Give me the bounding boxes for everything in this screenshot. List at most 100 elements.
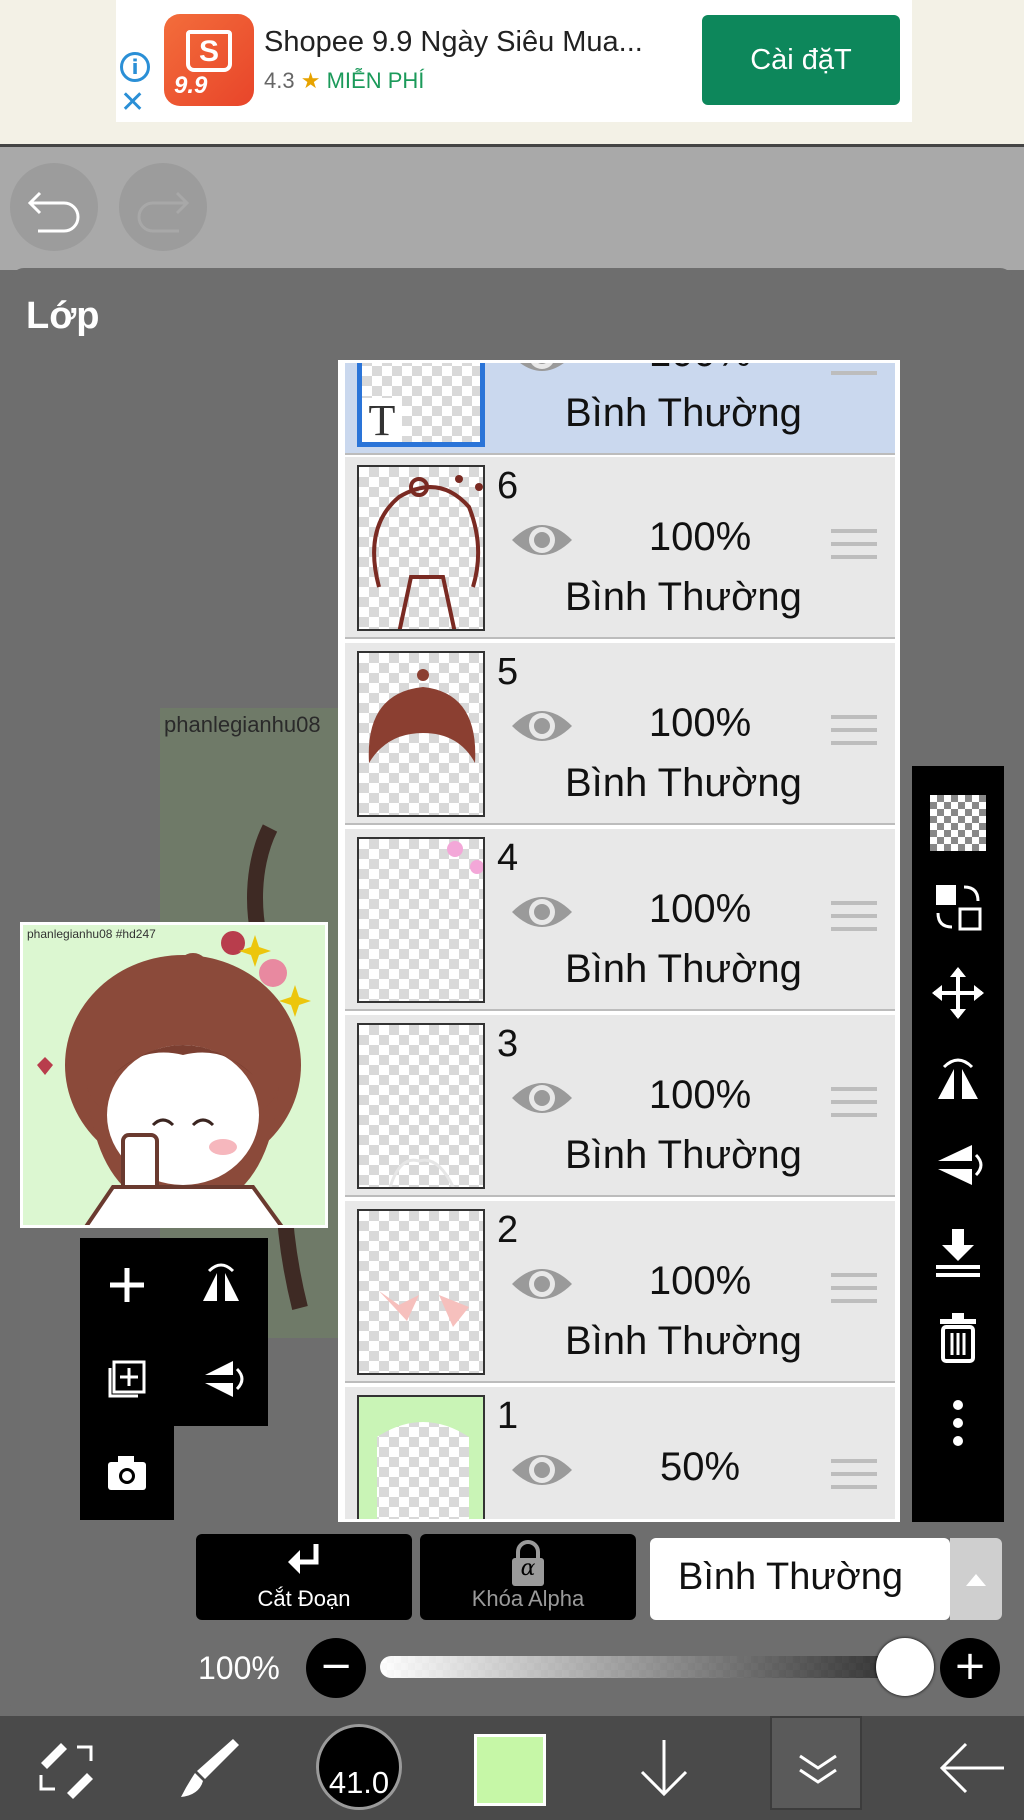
preview-artwork: [37, 931, 311, 1225]
alpha-lock-button[interactable]: α Khóa Alpha: [420, 1534, 636, 1620]
flip-horizontal-button[interactable]: [174, 1238, 268, 1332]
layer-opacity: 100%: [648, 1259, 752, 1303]
layer-thumbnail: T: [357, 363, 485, 447]
layer-blend-mode: Bình Thường: [565, 761, 802, 805]
redo-button[interactable]: [119, 163, 207, 251]
layer-number: 1: [497, 1395, 519, 1437]
camera-button[interactable]: [80, 1426, 174, 1520]
move-button[interactable]: [912, 952, 1004, 1034]
layers-button[interactable]: [770, 1716, 862, 1810]
drag-handle-icon[interactable]: [831, 1273, 877, 1312]
flip-vertical-button[interactable]: [912, 1124, 1004, 1206]
visibility-eye-icon[interactable]: [509, 701, 575, 751]
layer-number: 3: [497, 1023, 519, 1065]
flip-vertical-button[interactable]: [174, 1332, 268, 1426]
layer-tools-bar: [912, 766, 1004, 1522]
ad-price: MIỄN PHÍ: [326, 68, 425, 93]
camera-icon: [108, 1456, 146, 1490]
layer-row[interactable]: 3 100% Bình Thường: [345, 1015, 895, 1197]
transparency-button[interactable]: [912, 782, 1004, 864]
redo-icon: [137, 191, 190, 233]
visibility-eye-icon[interactable]: [509, 360, 575, 381]
drag-handle-icon[interactable]: [831, 715, 877, 754]
drag-handle-icon[interactable]: [831, 901, 877, 940]
layer-number: 4: [497, 837, 519, 879]
add-copy-button[interactable]: [80, 1332, 174, 1426]
chevron-up-icon: [966, 1574, 986, 1586]
layer-mini-tools: [80, 1238, 268, 1520]
flip-vertical-icon: [938, 1145, 983, 1185]
drag-handle-icon[interactable]: [831, 529, 877, 568]
add-layer-button[interactable]: [80, 1238, 174, 1332]
blend-mode-value: Bình Thường: [678, 1556, 904, 1598]
layer-number: 5: [497, 651, 519, 693]
layer-opacity: 100%: [648, 701, 752, 745]
drag-handle-icon[interactable]: [831, 1087, 877, 1126]
visibility-eye-icon[interactable]: [509, 1445, 575, 1495]
swap-layer-button[interactable]: [912, 866, 1004, 948]
clipping-arrow-icon: [288, 1544, 319, 1574]
visibility-eye-icon[interactable]: [509, 1259, 575, 1309]
opacity-slider-track[interactable]: [380, 1656, 900, 1678]
move-icon: [932, 967, 984, 1019]
drag-handle-icon[interactable]: [831, 1459, 877, 1498]
alpha-glyph: α: [520, 1556, 536, 1581]
ad-title[interactable]: Shopee 9.9 Ngày Siêu Mua...: [264, 26, 643, 59]
visibility-eye-icon[interactable]: [509, 887, 575, 937]
layer-blend-mode: Bình Thường: [565, 575, 802, 619]
blend-mode-dropdown-button[interactable]: [950, 1538, 1002, 1620]
layer-thumbnail: [357, 651, 485, 817]
tool-swap-button[interactable]: [18, 1716, 114, 1820]
layer-opacity: 50%: [659, 1445, 741, 1489]
layer-blend-mode: Bình Thường: [565, 947, 802, 991]
flip-horizontal-button[interactable]: [912, 1038, 1004, 1120]
blend-mode-select[interactable]: Bình Thường: [650, 1538, 950, 1620]
info-icon[interactable]: i: [120, 52, 150, 82]
brush-size-indicator[interactable]: 41.0: [316, 1724, 402, 1810]
panel-title: Lớp: [26, 295, 100, 337]
visibility-eye-icon[interactable]: [509, 515, 575, 565]
layer-list[interactable]: T 100% Bình Thường 6 100% Bình Thường: [338, 360, 900, 1522]
opacity-increase-button[interactable]: +: [940, 1638, 1000, 1698]
opacity-slider-thumb[interactable]: [876, 1638, 934, 1696]
layer-row[interactable]: 4 100% Bình Thường: [345, 829, 895, 1011]
undo-button[interactable]: [10, 163, 98, 251]
layer-number: 6: [497, 465, 519, 507]
flip-horizontal-icon: [938, 1058, 978, 1099]
layer-thumbnail: [357, 1209, 485, 1375]
back-button[interactable]: [920, 1716, 1024, 1820]
layer-row[interactable]: 6 100% Bình Thường: [345, 457, 895, 639]
layer-opacity: 100%: [635, 363, 765, 376]
clipping-button[interactable]: Cắt Đoạn: [196, 1534, 412, 1620]
install-button[interactable]: Cài đặT: [702, 15, 900, 105]
layer-opacity: 100%: [648, 1073, 752, 1117]
layer-blend-mode: Bình Thường: [565, 1319, 802, 1363]
checkerboard-icon: [930, 795, 986, 851]
visibility-eye-icon[interactable]: [509, 1073, 575, 1123]
arrow-down-icon: [640, 1740, 688, 1797]
layer-row[interactable]: 5 100% Bình Thường: [345, 643, 895, 825]
merge-down-button[interactable]: [912, 1210, 1004, 1292]
layer-blend-mode: Bình Thường: [565, 391, 802, 435]
layer-blend-mode: Bình Thường: [565, 1133, 802, 1177]
opacity-decrease-button[interactable]: −: [306, 1638, 366, 1698]
layer-row-text[interactable]: T 100% Bình Thường: [345, 360, 895, 455]
more-options-button[interactable]: [912, 1382, 1004, 1464]
ad-rating-value: 4.3: [264, 68, 295, 93]
color-swatch[interactable]: [474, 1734, 546, 1806]
delete-layer-button[interactable]: [912, 1296, 1004, 1378]
layer-row[interactable]: 2 100% Bình Thường: [345, 1201, 895, 1383]
brush-tool-button[interactable]: [160, 1716, 256, 1820]
plus-icon: [110, 1268, 144, 1302]
close-icon[interactable]: ✕: [120, 88, 145, 118]
layer-row[interactable]: 1 50%: [345, 1387, 895, 1519]
canvas-watermark: phanlegianhu08: [164, 712, 321, 737]
scroll-down-button[interactable]: [616, 1716, 712, 1820]
drag-handle-icon[interactable]: [831, 363, 877, 384]
canvas-preview[interactable]: phanlegianhu08 #hd247: [20, 922, 328, 1228]
layer-thumbnail: [357, 1395, 485, 1519]
layer-thumbnail: [357, 837, 485, 1003]
ad-app-logo[interactable]: S 9.9: [164, 14, 254, 106]
layer-opacity: 100%: [648, 515, 752, 559]
layer-thumbnail: [357, 1023, 485, 1189]
